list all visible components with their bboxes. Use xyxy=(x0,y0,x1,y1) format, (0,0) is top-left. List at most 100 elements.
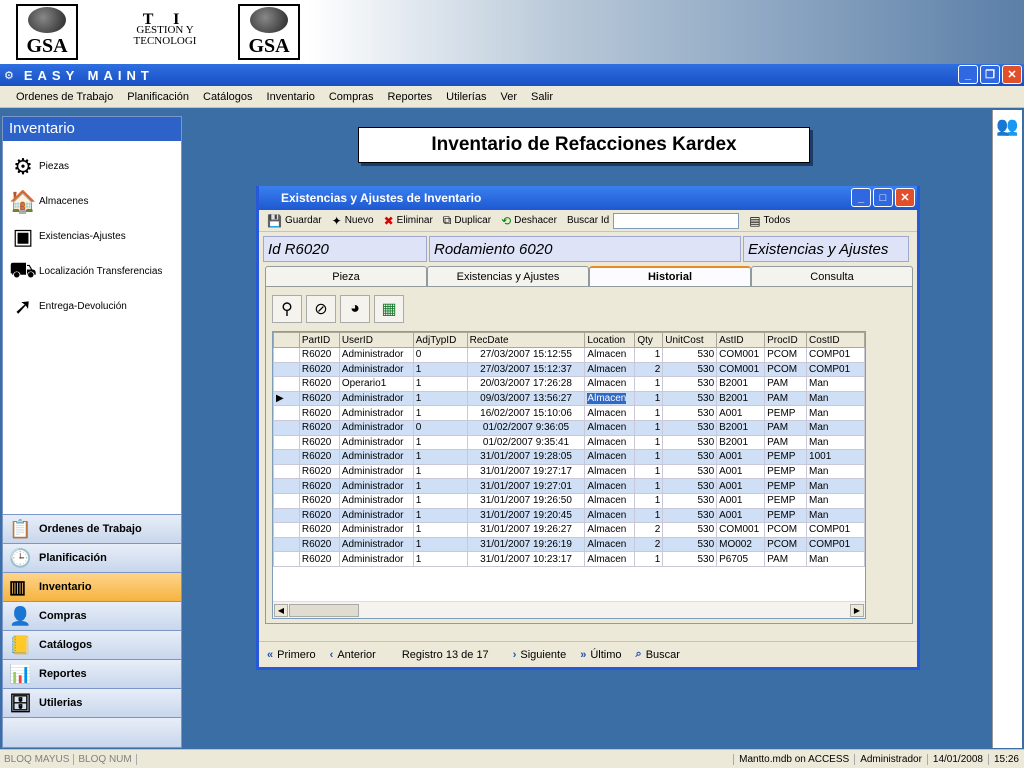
last-button[interactable]: » Último xyxy=(580,649,621,661)
table-cell[interactable]: 1 xyxy=(412,492,468,509)
table-cell[interactable]: Almacen xyxy=(584,536,636,553)
table-cell[interactable]: R6020 xyxy=(298,376,340,392)
table-cell[interactable]: 1 xyxy=(412,551,468,567)
table-row[interactable]: R6020 Administrador 1 31/01/2007 19:28:05 Al… xyxy=(273,449,865,465)
table-cell[interactable]: 31/01/2007 19:20:45 xyxy=(466,507,586,524)
row-selector[interactable]: ▶ xyxy=(273,390,300,407)
table-cell[interactable]: A001 xyxy=(716,449,766,465)
history-grid[interactable]: PartID UserID AdjTypID RecDate Location Qty Un… xyxy=(272,331,866,619)
table-cell[interactable]: 530 xyxy=(662,434,718,451)
nav-button[interactable]: 📊 Reportes xyxy=(3,659,181,688)
table-cell[interactable]: PCOM xyxy=(764,347,808,363)
table-cell[interactable]: Almacen xyxy=(584,478,636,494)
table-cell[interactable]: PEMP xyxy=(764,449,808,465)
table-cell[interactable]: Administrador xyxy=(338,522,414,538)
sidebar-item[interactable]: ➚ Entrega-Devolución xyxy=(3,289,181,324)
table-cell[interactable]: R6020 xyxy=(298,507,340,524)
tab[interactable]: Pieza xyxy=(265,266,427,286)
table-cell[interactable]: PCOM xyxy=(764,361,808,378)
table-cell[interactable]: COMP01 xyxy=(806,361,865,378)
table-cell[interactable]: 1 xyxy=(412,361,468,378)
row-selector[interactable] xyxy=(273,434,300,451)
table-cell[interactable]: Almacen xyxy=(584,449,636,465)
menu-item[interactable]: Reportes xyxy=(387,91,432,103)
table-cell[interactable]: A001 xyxy=(716,507,766,524)
table-row[interactable]: R6020 Administrador 1 31/01/2007 10:23:17 Al… xyxy=(273,551,865,567)
nav-button[interactable]: 📒 Catálogos xyxy=(3,630,181,659)
nav-button[interactable]: ▥ Inventario xyxy=(3,572,181,601)
people-icon[interactable]: 👥 xyxy=(993,116,1022,137)
sidebar-item[interactable]: ▣ Existencias-Ajustes xyxy=(3,219,181,254)
table-cell[interactable]: 1 xyxy=(634,434,664,451)
table-cell[interactable]: 31/01/2007 19:26:19 xyxy=(466,536,586,553)
table-cell[interactable]: 1 xyxy=(412,390,468,407)
table-cell[interactable]: 530 xyxy=(662,463,718,480)
export-excel-button[interactable]: ▦ xyxy=(374,295,404,323)
dialog-minimize-button[interactable]: _ xyxy=(851,188,871,207)
row-selector[interactable] xyxy=(273,405,300,421)
table-cell[interactable]: 1 xyxy=(412,478,468,494)
table-cell[interactable]: 31/01/2007 10:23:17 xyxy=(466,551,586,567)
table-cell[interactable]: 31/01/2007 19:27:01 xyxy=(466,478,586,494)
table-cell[interactable]: PEMP xyxy=(764,463,808,480)
table-cell[interactable]: 1 xyxy=(412,536,468,553)
menu-item[interactable]: Salir xyxy=(531,91,553,103)
horizontal-scrollbar[interactable]: ◀ ▶ xyxy=(273,601,865,618)
table-cell[interactable]: Administrador xyxy=(338,536,414,553)
table-cell[interactable]: 1 xyxy=(634,419,664,436)
column-header[interactable]: UnitCost xyxy=(662,332,718,348)
minimize-button[interactable]: _ xyxy=(958,65,978,84)
table-cell[interactable]: COM001 xyxy=(716,361,766,378)
table-cell[interactable]: 2 xyxy=(634,361,664,378)
column-header[interactable]: AstID xyxy=(716,332,766,348)
new-button[interactable]: ✦ Nuevo xyxy=(332,214,374,228)
table-cell[interactable]: COMP01 xyxy=(806,522,865,538)
table-cell[interactable]: MO002 xyxy=(716,536,766,553)
row-selector[interactable] xyxy=(273,419,300,436)
nav-button[interactable]: 📋 Ordenes de Trabajo xyxy=(3,514,181,543)
table-cell[interactable]: 1 xyxy=(412,463,468,480)
table-row[interactable]: R6020 Administrador 1 27/03/2007 15:12:37 Al… xyxy=(273,361,865,378)
table-cell[interactable]: 530 xyxy=(662,419,718,436)
table-cell[interactable]: A001 xyxy=(716,463,766,480)
menu-item[interactable]: Catálogos xyxy=(203,91,253,103)
table-cell[interactable]: PAM xyxy=(764,419,808,436)
search-id-input[interactable] xyxy=(613,212,740,229)
table-cell[interactable]: Administrador xyxy=(338,419,414,436)
table-cell[interactable]: 530 xyxy=(662,522,718,538)
table-row[interactable]: ▶ R6020 Administrador 1 09/03/2007 13:56:27 A… xyxy=(273,390,865,407)
table-cell[interactable]: Almacen xyxy=(584,551,636,567)
table-cell[interactable]: 530 xyxy=(662,449,718,465)
table-cell[interactable]: Man xyxy=(806,551,865,567)
menu-item[interactable]: Planificación xyxy=(127,91,189,103)
table-cell[interactable]: 27/03/2007 15:12:37 xyxy=(466,361,586,378)
column-header[interactable]: Qty xyxy=(634,332,664,348)
table-cell[interactable]: Man xyxy=(806,463,865,480)
menu-item[interactable]: Ver xyxy=(500,91,517,103)
table-cell[interactable]: 1 xyxy=(412,522,468,538)
table-cell[interactable]: Administrador xyxy=(338,478,414,494)
table-cell[interactable]: R6020 xyxy=(298,449,340,465)
table-cell[interactable]: 0 xyxy=(412,419,468,436)
table-cell[interactable]: 01/02/2007 9:35:41 xyxy=(466,434,586,451)
table-cell[interactable]: 530 xyxy=(662,405,718,421)
table-cell[interactable]: Administrador xyxy=(338,347,414,363)
table-cell[interactable]: 530 xyxy=(662,536,718,553)
table-cell[interactable]: Administrador xyxy=(338,449,414,465)
menu-item[interactable]: Ordenes de Trabajo xyxy=(16,91,113,103)
table-cell[interactable]: 1 xyxy=(634,449,664,465)
column-header[interactable]: UserID xyxy=(338,332,414,348)
table-cell[interactable]: 31/01/2007 19:28:05 xyxy=(466,449,586,465)
table-row[interactable]: R6020 Administrador 1 31/01/2007 19:26:27 Al… xyxy=(273,522,865,538)
table-cell[interactable]: PCOM xyxy=(764,522,808,538)
table-cell[interactable]: Administrador xyxy=(338,361,414,378)
table-cell[interactable]: 31/01/2007 19:26:50 xyxy=(466,492,586,509)
table-cell[interactable]: R6020 xyxy=(298,347,340,363)
table-cell[interactable]: Man xyxy=(806,478,865,494)
table-cell[interactable]: R6020 xyxy=(298,478,340,494)
table-cell[interactable]: 1001 xyxy=(806,449,865,465)
table-cell[interactable]: PCOM xyxy=(764,536,808,553)
table-cell[interactable]: B2001 xyxy=(716,376,766,392)
table-cell[interactable]: 16/02/2007 15:10:06 xyxy=(466,405,586,421)
table-cell[interactable]: PEMP xyxy=(764,492,808,509)
